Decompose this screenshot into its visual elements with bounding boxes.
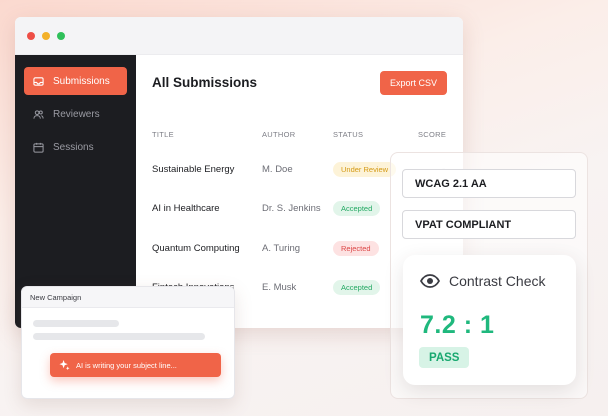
row-author: Dr. S. Jenkins xyxy=(262,203,321,214)
export-csv-button[interactable]: Export CSV xyxy=(380,71,447,95)
row-title: AI in Healthcare xyxy=(152,203,220,214)
eye-icon xyxy=(420,274,440,288)
compliance-panel: WCAG 2.1 AA VPAT COMPLIANT Contrast Chec… xyxy=(390,152,588,399)
row-title: Sustainable Energy xyxy=(152,164,235,175)
close-window-dot[interactable] xyxy=(27,31,35,40)
wcag-badge: WCAG 2.1 AA xyxy=(402,169,576,198)
column-header-status[interactable]: STATUS xyxy=(333,130,363,139)
contrast-check-header: Contrast Check xyxy=(420,273,545,289)
sidebar-item-label: Sessions xyxy=(53,141,94,153)
row-author: M. Doe xyxy=(262,164,293,175)
sidebar-item-sessions[interactable]: Sessions xyxy=(24,133,127,161)
campaign-title: New Campaign xyxy=(22,287,234,308)
status-badge: Accepted xyxy=(333,280,381,295)
inbox-icon xyxy=(33,76,44,86)
users-icon xyxy=(33,109,44,119)
sidebar-item-label: Reviewers xyxy=(53,108,100,120)
sidebar-item-reviewers[interactable]: Reviewers xyxy=(24,100,127,128)
row-author: A. Turing xyxy=(262,243,301,254)
contrast-check-card: Contrast Check 7.2 : 1 PASS xyxy=(403,255,576,385)
sparkle-icon xyxy=(59,359,70,370)
calendar-icon xyxy=(33,142,44,153)
minimize-window-dot[interactable] xyxy=(42,31,50,40)
column-header-author[interactable]: AUTHOR xyxy=(262,130,295,139)
sidebar-item-label: Submissions xyxy=(53,75,110,87)
vpat-badge: VPAT COMPLIANT xyxy=(402,210,576,239)
row-title: Quantum Computing xyxy=(152,243,240,254)
column-header-title[interactable]: TITLE xyxy=(152,130,174,139)
contrast-check-title: Contrast Check xyxy=(449,273,546,289)
pass-badge: PASS xyxy=(419,347,470,368)
row-author: E. Musk xyxy=(262,282,297,293)
status-badge: Accepted xyxy=(333,201,381,216)
skeleton-line xyxy=(33,320,119,327)
maximize-window-dot[interactable] xyxy=(57,31,65,40)
ai-writing-status[interactable]: AI is writing your subject line... xyxy=(50,353,221,377)
new-campaign-card: New Campaign AI is writing your subject … xyxy=(21,286,235,399)
status-badge: Rejected xyxy=(333,241,379,256)
window-titlebar xyxy=(15,17,463,55)
sidebar-item-submissions[interactable]: Submissions xyxy=(24,67,127,95)
ai-status-text: AI is writing your subject line... xyxy=(76,360,177,370)
contrast-ratio: 7.2 : 1 xyxy=(420,311,495,339)
status-badge: Under Review xyxy=(333,162,397,177)
skeleton-line xyxy=(33,333,205,340)
page-title: All Submissions xyxy=(152,75,258,90)
column-header-score[interactable]: SCORE xyxy=(418,130,446,139)
